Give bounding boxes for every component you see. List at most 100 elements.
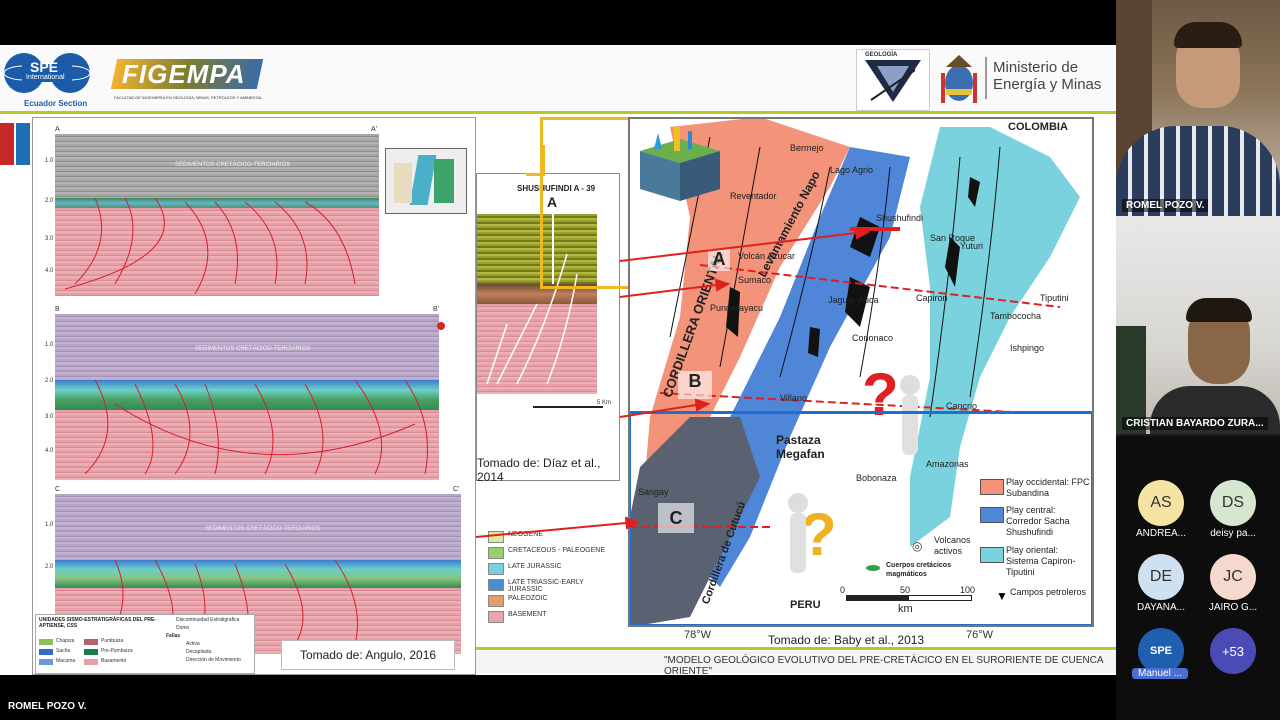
avatar-name-jairo: JAIRO G... — [1208, 602, 1258, 613]
legend-activa: Activa — [186, 641, 200, 647]
figempa-logo: FIGEMPA FACULTAD DE INGENIERÍA EN GEOLOG… — [110, 51, 282, 105]
legend-decapitada: Decapitada — [186, 649, 212, 655]
legend-play-occidental: Play occidental: FPC Subandina — [1006, 477, 1090, 498]
age-legend: NEOGENE CRETACEOUS - PALEOGENE LATE JURA… — [488, 531, 618, 663]
legend-pumbuiza: Pumbuiza — [101, 638, 124, 644]
baby-credit: Tomado de: Baby et al., 2013 — [768, 633, 925, 647]
legend-triassic-jurassic: LATE TRIASSIC-EARLY JURASSIC — [508, 579, 584, 593]
yellow-connector — [526, 145, 545, 176]
legend-fallas: Fallas — [166, 633, 181, 639]
avatar-initials: DS — [1221, 494, 1245, 511]
section-b-end: B' — [433, 306, 440, 313]
section-b-start: B — [55, 306, 60, 313]
seismic-legend: UNIDADES SISMO-ESTRATIGRÁFICAS DEL PRE-A… — [35, 614, 255, 674]
legend-basamento: Basamento — [101, 658, 127, 664]
spe-subtext: International — [26, 74, 65, 81]
section-c-label: SEDIMENTOS CRETÁCICO-TERCIARIOS — [205, 526, 321, 532]
map-scale-bar — [846, 595, 972, 601]
legend-paleozoic: PALEOZOIC — [508, 595, 548, 602]
seismic-section-a: SEDIMENTOS CRETÁCICO-TERCIARIOS — [55, 134, 379, 296]
spe-logo: SPE International Ecuador Section — [2, 49, 92, 109]
figempa-text: FIGEMPA — [122, 59, 246, 89]
swatch-play-central — [980, 507, 1004, 523]
more-participants-button[interactable]: +53 — [1210, 628, 1256, 674]
video-tile-cristian[interactable]: CRISTIAN BAYARDO ZURA... — [1116, 216, 1280, 434]
legend-play-central: Play central: Corredor Sacha Shushufindi — [1006, 505, 1070, 537]
seismic-sections-panel: A A' SEDIMENTOS CRETÁCICO-TERCIARIOS 1.0… — [32, 117, 476, 675]
geologia-logo: GEOLOGÍA — [856, 49, 930, 111]
more-count: +53 — [1221, 643, 1245, 659]
section-a-start: A — [55, 126, 60, 133]
legend-discontinuidad: Discontinuidad Estratigráfica — [176, 617, 240, 623]
legend-sacha: Sacha — [56, 648, 71, 654]
legend-pre-pumbuiza: Pre-Pumbuiza — [101, 648, 133, 654]
lon-tick-78: 78°W — [684, 629, 712, 641]
avatar-dayana[interactable]: DE — [1138, 554, 1184, 600]
legend-basement: BASEMENT — [508, 611, 547, 618]
spe-section-text: Ecuador Section — [24, 99, 88, 108]
section-a-end: A' — [371, 126, 378, 133]
geologia-text: GEOLOGÍA — [865, 52, 898, 58]
avatar-deisy[interactable]: DS — [1210, 480, 1256, 526]
volcano-icon: ◎ — [912, 539, 923, 553]
reservoir-block-icon — [636, 123, 724, 205]
blue-decor-tab — [16, 123, 30, 165]
person-hair — [1174, 22, 1242, 48]
twt-tick-a-3: 3.0 — [45, 236, 54, 242]
avatar-name-deisy: deisy pa... — [1210, 528, 1256, 539]
twt-tick-b-2: 2.0 — [45, 378, 54, 384]
section-a-label: SEDIMENTOS CRETÁCICO-TERCIARIOS — [175, 162, 291, 168]
swatch-macuma — [39, 659, 53, 665]
slide-footer-title: "MODELO GEOLÓGICO EVOLUTIVO DEL PRE-CRET… — [664, 655, 1103, 675]
legend-direccion: Dirección de Movimiento — [186, 657, 241, 663]
legend-volcanos: Volcanos activos — [934, 535, 971, 556]
section-b-label: SEDIMENTOS CRETÁCICO-TERCIARIOS — [195, 346, 311, 352]
avatar-jairo[interactable]: JC — [1210, 554, 1256, 600]
twt-tick-b-1: 1.0 — [45, 342, 54, 348]
avatar-name-dayana: DAYANA... — [1137, 602, 1185, 613]
legend-campos-petroleros: Campos petroleros — [1010, 587, 1087, 597]
ministry-name: Ministerio de Energía y Minas — [993, 59, 1102, 93]
twt-tick-a-1: 1.0 — [45, 158, 54, 164]
seismic-legend-title: UNIDADES SISMO-ESTRATIGRÁFICAS DEL PRE-A… — [39, 617, 157, 629]
twt-tick-a-4: 4.0 — [45, 268, 54, 274]
scale-tick-0: 0 — [840, 585, 846, 595]
magmatic-body-icon — [866, 565, 880, 571]
person-hair — [1186, 298, 1252, 322]
legend-chapiza: Chapiza — [56, 638, 75, 644]
avatar-name-manuel: Manuel ... — [1132, 668, 1188, 679]
twt-tick-a-2: 2.0 — [45, 198, 54, 204]
swatch-play-occidental — [980, 479, 1004, 495]
swatch-pre-pumbuiza — [84, 649, 98, 655]
legend-cuerpos-magmaticos: Cuerpos cretácicos magmáticos — [886, 562, 951, 578]
avatar-andrea[interactable]: AS — [1138, 480, 1184, 526]
scale-unit: km — [898, 603, 913, 615]
legend-late-jurassic: LATE JURASSIC — [508, 563, 562, 570]
red-arrows — [476, 226, 871, 538]
legend-domo: Domo — [176, 625, 190, 631]
section-c-start: C — [55, 486, 61, 493]
section-c-end: C' — [453, 486, 460, 493]
legend-play-oriental: Play oriental: Sistema Capiron-Tiputini — [1006, 545, 1076, 577]
scale-tick-100: 100 — [960, 585, 976, 595]
location-inset-map — [385, 148, 467, 214]
avatar-initials: AS — [1150, 494, 1172, 511]
twt-tick-c-2: 2.0 — [45, 564, 54, 570]
legend-macuma: Macuma — [56, 658, 76, 664]
participant-gallery: ROMEL POZO V. CRISTIAN BAYARDO ZURA... A… — [1116, 0, 1280, 720]
red-decor-tab — [0, 123, 14, 165]
avatar-initials: DE — [1149, 568, 1173, 585]
footer-line — [476, 647, 1116, 650]
presenter-name: ROMEL POZO V. — [8, 701, 87, 712]
swatch-sacha — [39, 649, 53, 655]
twt-tick-c-1: 1.0 — [45, 522, 54, 528]
lon-tick-76: 76°W — [966, 629, 994, 641]
twt-tick-b-3: 3.0 — [45, 414, 54, 420]
ecuador-coat-of-arms-icon — [936, 53, 982, 107]
oil-field-icon: ▼ — [996, 589, 1008, 603]
figempa-subtext: FACULTAD DE INGENIERÍA EN GEOLOGÍA, MINA… — [114, 95, 263, 100]
slide-header: SPE International Ecuador Section FIGEMP… — [0, 45, 1116, 111]
swatch-chapiza — [39, 639, 53, 645]
shared-slide: SPE International Ecuador Section FIGEMP… — [0, 45, 1116, 675]
video-tile-romel[interactable]: ROMEL POZO V. — [1116, 0, 1280, 216]
